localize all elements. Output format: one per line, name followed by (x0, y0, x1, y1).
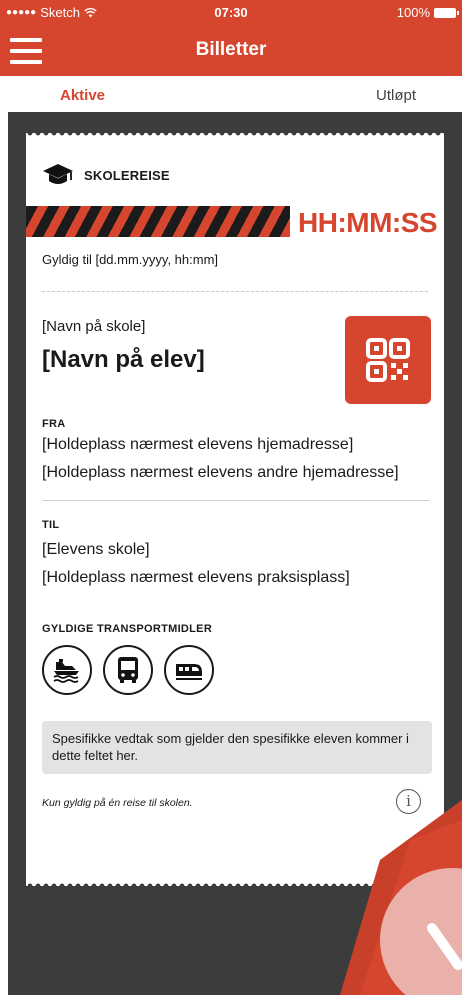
validity-footnote: Kun gyldig på én reise til skolen. (42, 797, 193, 809)
dashed-divider (42, 291, 428, 292)
tab-bar: Aktive Utløpt (0, 76, 462, 112)
battery-icon (434, 7, 459, 18)
tab-active[interactable]: Aktive (60, 87, 105, 104)
page-title: Billetter (195, 39, 267, 60)
ferry-icon (42, 645, 92, 695)
qr-code-icon (366, 338, 410, 382)
hand-gesture-illustration (340, 800, 462, 995)
status-time: 07:30 (214, 5, 248, 20)
route-divider (42, 500, 430, 501)
ticket-card: SKOLEREISE HH:MM:SS Gyldig til [dd.mm.yy… (26, 130, 444, 889)
special-decision-note: Spesifikke vedtak som gjelder den spesif… (42, 721, 432, 774)
qr-code-button[interactable] (345, 316, 431, 404)
tab-expired[interactable]: Utløpt (376, 87, 416, 104)
from-stop-1: [Holdeplass nærmest elevens hjemadresse] (42, 436, 354, 453)
to-stop-2: [Holdeplass nærmest elevens praksisplass… (42, 569, 350, 586)
school-name: [Navn på skole] (42, 318, 146, 335)
to-label: TIL (42, 519, 60, 531)
transport-label: GYLDIGE TRANSPORTMIDLER (42, 623, 213, 635)
from-label: FRA (42, 418, 66, 430)
to-stop-1: [Elevens skole] (42, 541, 150, 558)
nav-bar: Billetter (0, 24, 462, 76)
bus-icon (103, 645, 153, 695)
ticket-type-label: SKOLEREISE (84, 167, 170, 183)
validity-stripes (26, 206, 290, 237)
graduation-cap-icon (43, 164, 73, 184)
countdown-timer: HH:MM:SS (298, 207, 438, 238)
valid-to-text: Gyldig til [dd.mm.yyyy, hh:mm] (42, 252, 219, 267)
student-name: [Navn på elev] (42, 346, 205, 373)
from-stop-2: [Holdeplass nærmest elevens andre hjemad… (42, 464, 399, 481)
status-bar: ●●●●● Sketch 07:30 100% (0, 0, 462, 24)
battery-percent: 100% (396, 5, 430, 20)
train-icon (164, 645, 214, 695)
perforation-top (26, 130, 444, 136)
